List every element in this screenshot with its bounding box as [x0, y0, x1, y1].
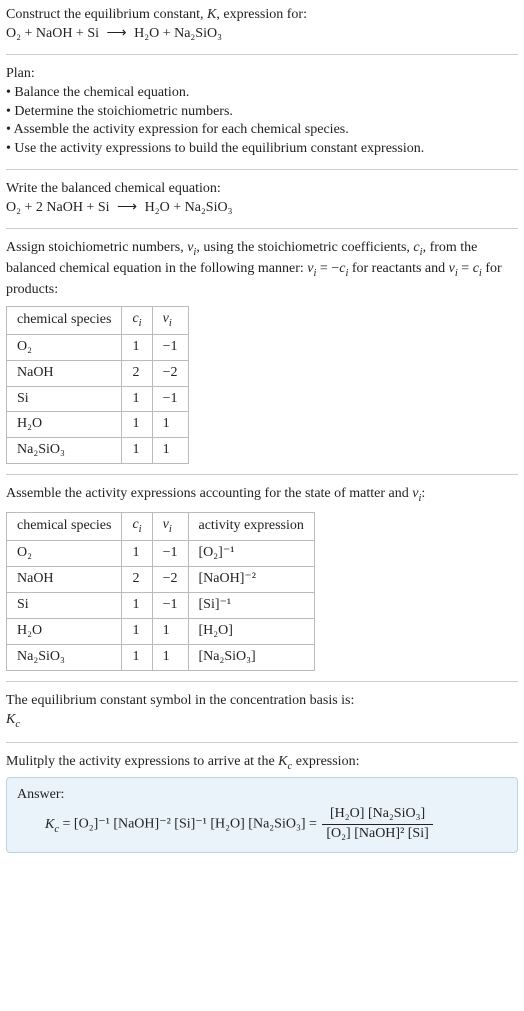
divider: [6, 681, 518, 682]
cell-species: H₂O: [7, 412, 122, 438]
cell-vi: −1: [152, 592, 188, 618]
plan-bullet: • Use the activity expressions to build …: [6, 140, 518, 159]
cell-species: H₂O: [7, 618, 122, 644]
cell-vi: 1: [152, 618, 188, 644]
answer-label: Answer:: [17, 786, 507, 805]
cell-species: Na₂SiO₃: [7, 644, 122, 670]
divider: [6, 742, 518, 743]
stoich-block: Assign stoichiometric numbers, νi, using…: [6, 239, 518, 464]
table-row: O₂1−1[O₂]⁻¹: [7, 541, 315, 567]
plan-bullet: • Balance the chemical equation.: [6, 84, 518, 103]
cell-vi: −1: [152, 334, 188, 360]
col-species: chemical species: [7, 306, 122, 334]
symbol-block: The equilibrium constant symbol in the c…: [6, 692, 518, 732]
table-row: O₂1−1: [7, 334, 189, 360]
table-header-row: chemical species ci νi: [7, 306, 189, 334]
table-row: H₂O11: [7, 412, 189, 438]
cell-ci: 1: [122, 386, 152, 412]
cell-species: O₂: [7, 334, 122, 360]
fraction-denominator: [O₂] [NaOH]² [Si]: [322, 825, 432, 844]
multiply-line: Mulitply the activity expressions to arr…: [6, 753, 518, 774]
multiply-block: Mulitply the activity expressions to arr…: [6, 753, 518, 854]
col-species: chemical species: [7, 513, 122, 541]
stoich-table: chemical species ci νi O₂1−1 NaOH2−2 Si1…: [6, 306, 189, 464]
arrow-icon: ⟶: [103, 26, 131, 41]
table-row: NaOH2−2[NaOH]⁻²: [7, 567, 315, 593]
balanced-equation: O₂ + 2 NaOH + Si ⟶ H₂O + Na₂SiO₃: [6, 199, 518, 218]
answer-fraction: [H₂O] [Na₂SiO₃] [O₂] [NaOH]² [Si]: [322, 805, 432, 844]
col-vi: νi: [152, 513, 188, 541]
cell-vi: −1: [152, 386, 188, 412]
cell-ci: 2: [122, 567, 152, 593]
cell-ci: 1: [122, 334, 152, 360]
divider: [6, 228, 518, 229]
cell-ci: 1: [122, 592, 152, 618]
cell-species: O₂: [7, 541, 122, 567]
cell-species: Na₂SiO₃: [7, 438, 122, 464]
cell-activity: [Na₂SiO₃]: [188, 644, 314, 670]
cell-ci: 2: [122, 360, 152, 386]
plan-title: Plan:: [6, 65, 518, 84]
answer-flat: [O₂]⁻¹ [NaOH]⁻² [Si]⁻¹ [H₂O] [Na₂SiO₃] =: [74, 817, 317, 832]
equals: =: [63, 817, 74, 832]
balanced-block: Write the balanced chemical equation: O₂…: [6, 180, 518, 218]
cell-activity: [Si]⁻¹: [188, 592, 314, 618]
activity-block: Assemble the activity expressions accoun…: [6, 485, 518, 670]
fraction-numerator: [H₂O] [Na₂SiO₃]: [322, 805, 432, 825]
balanced-lhs: O₂ + 2 NaOH + Si: [6, 200, 110, 215]
cell-species: Si: [7, 592, 122, 618]
cell-vi: −2: [152, 360, 188, 386]
table-row: Si1−1: [7, 386, 189, 412]
cell-ci: 1: [122, 541, 152, 567]
table-row: Na₂SiO₃11[Na₂SiO₃]: [7, 644, 315, 670]
table-row: H₂O11[H₂O]: [7, 618, 315, 644]
cell-ci: 1: [122, 618, 152, 644]
cell-species: Si: [7, 386, 122, 412]
arrow-icon: ⟶: [113, 200, 141, 215]
cell-vi: 1: [152, 644, 188, 670]
col-vi: νi: [152, 306, 188, 334]
activity-table: chemical species ci νi activity expressi…: [6, 512, 315, 670]
cell-vi: 1: [152, 412, 188, 438]
intro-block: Construct the equilibrium constant, K, e…: [6, 6, 518, 44]
table-row: NaOH2−2: [7, 360, 189, 386]
divider: [6, 169, 518, 170]
table-row: Si1−1[Si]⁻¹: [7, 592, 315, 618]
cell-activity: [H₂O]: [188, 618, 314, 644]
cell-ci: 1: [122, 644, 152, 670]
cell-vi: −2: [152, 567, 188, 593]
table-row: Na₂SiO₃11: [7, 438, 189, 464]
stoich-intro: Assign stoichiometric numbers, νi, using…: [6, 239, 518, 300]
cell-activity: [O₂]⁻¹: [188, 541, 314, 567]
intro-lhs: O₂ + NaOH + Si: [6, 26, 99, 41]
activity-intro: Assemble the activity expressions accoun…: [6, 485, 518, 506]
answer-expression: Kc = [O₂]⁻¹ [NaOH]⁻² [Si]⁻¹ [H₂O] [Na₂Si…: [45, 805, 507, 844]
col-activity: activity expression: [188, 513, 314, 541]
intro-rhs: H₂O + Na₂SiO₃: [134, 26, 222, 41]
cell-vi: −1: [152, 541, 188, 567]
balanced-title: Write the balanced chemical equation:: [6, 180, 518, 199]
plan-bullet: • Determine the stoichiometric numbers.: [6, 103, 518, 122]
intro-equation: O₂ + NaOH + Si ⟶ H₂O + Na₂SiO₃: [6, 25, 518, 44]
col-ci: ci: [122, 306, 152, 334]
table-header-row: chemical species ci νi activity expressi…: [7, 513, 315, 541]
cell-vi: 1: [152, 438, 188, 464]
divider: [6, 474, 518, 475]
intro-line: Construct the equilibrium constant, K, e…: [6, 6, 518, 25]
answer-box: Answer: Kc = [O₂]⁻¹ [NaOH]⁻² [Si]⁻¹ [H₂O…: [6, 777, 518, 853]
cell-activity: [NaOH]⁻²: [188, 567, 314, 593]
cell-ci: 1: [122, 438, 152, 464]
balanced-rhs: H₂O + Na₂SiO₃: [145, 200, 233, 215]
col-ci: ci: [122, 513, 152, 541]
symbol-kc: Kc: [6, 711, 518, 732]
divider: [6, 54, 518, 55]
plan-bullet: • Assemble the activity expression for e…: [6, 121, 518, 140]
cell-species: NaOH: [7, 567, 122, 593]
cell-species: NaOH: [7, 360, 122, 386]
symbol-line: The equilibrium constant symbol in the c…: [6, 692, 518, 711]
cell-ci: 1: [122, 412, 152, 438]
plan-block: Plan: • Balance the chemical equation. •…: [6, 65, 518, 159]
kc-symbol: Kc: [45, 817, 59, 832]
